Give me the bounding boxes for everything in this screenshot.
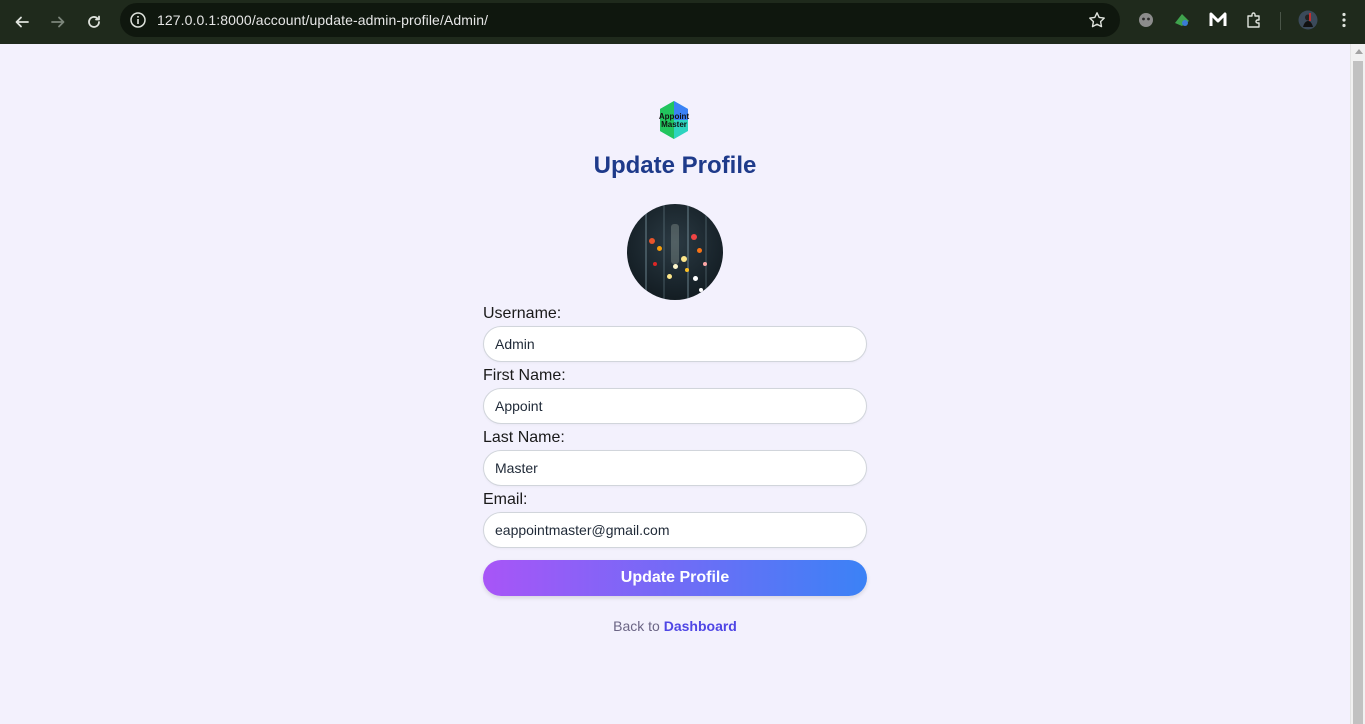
page-title: Update Profile (593, 152, 757, 179)
first-name-label: First Name: (483, 367, 566, 384)
url-text[interactable]: 127.0.0.1:8000/account/update-admin-prof… (157, 12, 488, 28)
extensions-puzzle-icon[interactable] (1244, 10, 1264, 30)
update-profile-form: Username: First Name: Last Name: Email: (483, 302, 867, 550)
first-name-input[interactable] (483, 388, 867, 424)
email-group: Email: (483, 490, 867, 550)
scroll-up-arrow-icon[interactable] (1355, 49, 1363, 54)
username-input[interactable] (483, 326, 867, 362)
address-bar[interactable]: 127.0.0.1:8000/account/update-admin-prof… (120, 3, 1120, 37)
back-to-dashboard: Back to Dashboard (0, 618, 1350, 634)
extension-ghost-icon[interactable] (1136, 10, 1156, 30)
email-label: Email: (483, 491, 528, 508)
forward-arrow-icon[interactable] (44, 8, 72, 36)
email-input[interactable] (483, 512, 867, 548)
username-group: Username: (483, 304, 867, 364)
app-logo: Appoint Master (655, 100, 693, 140)
extension-m-icon[interactable] (1208, 10, 1228, 30)
first-name-group: First Name: (483, 366, 867, 426)
site-info-icon[interactable] (129, 11, 147, 29)
bookmark-star-icon[interactable] (1088, 11, 1106, 29)
browser-menu-icon[interactable] (1334, 10, 1354, 30)
update-profile-button[interactable]: Update Profile (483, 560, 867, 596)
profile-avatar-image (627, 204, 723, 300)
reload-icon[interactable] (80, 8, 108, 36)
last-name-group: Last Name: (483, 428, 867, 488)
scrollbar-thumb[interactable] (1353, 61, 1363, 724)
page-scrollbar[interactable] (1350, 44, 1365, 724)
profile-avatar-icon[interactable] (1298, 10, 1318, 30)
username-label: Username: (483, 305, 562, 322)
back-text: Back to (613, 618, 664, 634)
last-name-label: Last Name: (483, 429, 565, 446)
dashboard-link[interactable]: Dashboard (664, 618, 737, 634)
back-arrow-icon[interactable] (8, 8, 36, 36)
toolbar-separator (1280, 12, 1281, 30)
extension-colorful-icon[interactable] (1172, 10, 1192, 30)
last-name-input[interactable] (483, 450, 867, 486)
svg-text:Master: Master (661, 120, 687, 129)
browser-toolbar: 127.0.0.1:8000/account/update-admin-prof… (0, 0, 1365, 44)
